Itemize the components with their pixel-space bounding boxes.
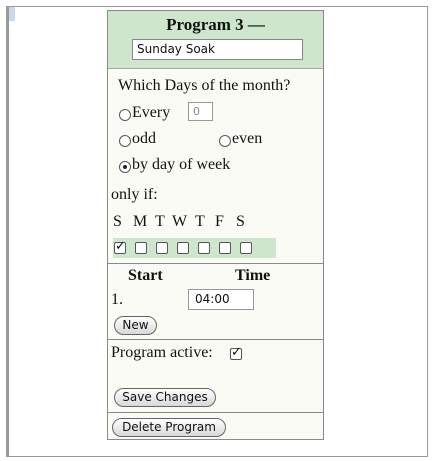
- weekday-label-tue: T: [155, 213, 165, 230]
- even-label: even: [232, 130, 263, 147]
- times-section: Start Time 1. 04:00 New: [108, 264, 323, 340]
- program-active-checkbox[interactable]: [230, 345, 242, 360]
- weekday-checkbox-mon[interactable]: [135, 242, 147, 254]
- start-time-input[interactable]: 04:00: [188, 289, 254, 310]
- weekday-checkbox-fri[interactable]: [219, 242, 231, 254]
- new-time-button[interactable]: New: [114, 316, 157, 335]
- weekday-label-thu: T: [195, 213, 205, 230]
- weekday-label-sat: S: [236, 213, 245, 230]
- program-title: Program 3 —: [166, 15, 265, 34]
- days-question: Which Days of the month?: [118, 77, 291, 94]
- weekday-checkbox-thu[interactable]: [198, 242, 210, 254]
- odd-radio[interactable]: [119, 135, 131, 147]
- every-label: Every: [132, 104, 171, 121]
- weekday-label-wed: W: [172, 213, 188, 230]
- time-header: Time: [235, 267, 271, 284]
- only-if-label: only if:: [111, 186, 158, 203]
- delete-program-button[interactable]: Delete Program: [112, 418, 226, 437]
- every-radio[interactable]: [119, 109, 131, 121]
- program-header: Program 3 — Sunday Soak: [108, 11, 323, 69]
- by-day-of-week-label: by day of week: [132, 156, 231, 173]
- by-day-of-week-radio[interactable]: [119, 161, 131, 173]
- active-section: Program active: Save Changes: [108, 340, 323, 413]
- corner-decoration: [9, 7, 15, 21]
- odd-label: odd: [132, 130, 156, 147]
- time-row-number: 1.: [111, 291, 123, 308]
- weekday-checkbox-tue[interactable]: [156, 242, 168, 254]
- delete-section: Delete Program: [108, 413, 323, 443]
- every-days-input[interactable]: 0: [188, 102, 213, 121]
- weekday-label-mon: M: [133, 213, 148, 230]
- start-header: Start: [128, 267, 163, 284]
- weekday-label-fri: F: [215, 213, 224, 230]
- program-panel: Program 3 — Sunday Soak Which Days of th…: [107, 10, 324, 440]
- weekday-checkbox-sat[interactable]: [240, 242, 252, 254]
- days-section: Which Days of the month? Every 0 odd eve…: [108, 69, 323, 264]
- program-name-input[interactable]: Sunday Soak: [132, 39, 303, 60]
- save-changes-button[interactable]: Save Changes: [114, 388, 216, 407]
- weekday-checkbox-wed[interactable]: [177, 242, 189, 254]
- weekday-label-sun: S: [113, 213, 122, 230]
- even-radio[interactable]: [219, 135, 231, 147]
- weekday-checkbox-sun[interactable]: [114, 239, 126, 254]
- program-active-label: Program active:: [111, 344, 213, 361]
